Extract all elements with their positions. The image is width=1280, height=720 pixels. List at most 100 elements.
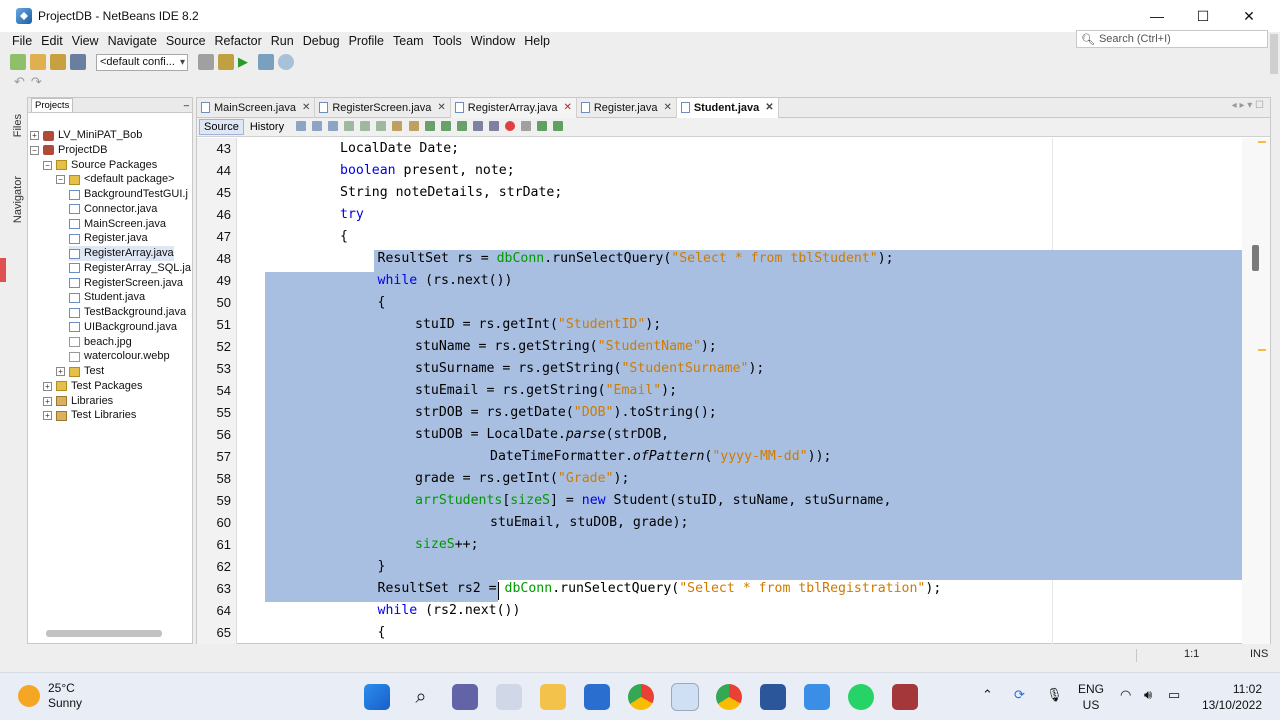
uncomment-icon[interactable]	[553, 120, 564, 131]
menu-view[interactable]: View	[72, 34, 99, 48]
tree-node[interactable]: MainScreen.java	[69, 217, 166, 232]
projects-horizontal-scrollbar[interactable]	[46, 630, 162, 637]
tree-node[interactable]: + Test Packages	[43, 379, 143, 394]
build-icon[interactable]	[218, 54, 234, 70]
window-scrollbar[interactable]	[1270, 34, 1278, 74]
tree-node[interactable]: RegisterScreen.java	[69, 276, 183, 291]
code-line[interactable]: stuID = rs.getInt("StudentID");	[237, 314, 1242, 336]
menu-window[interactable]: Window	[471, 34, 515, 48]
menu-run[interactable]: Run	[271, 34, 294, 48]
menu-navigate[interactable]: Navigate	[108, 34, 157, 48]
notepad-icon[interactable]	[804, 684, 830, 710]
tree-node[interactable]: − ProjectDB	[30, 143, 108, 158]
editor-vertical-scrollbar[interactable]	[1242, 138, 1270, 644]
editor-tab[interactable]: RegisterArray.java ✕	[450, 97, 577, 118]
code-area[interactable]: LocalDate Date; boolean present, note; Str…	[237, 138, 1242, 644]
menu-refactor[interactable]: Refactor	[215, 34, 262, 48]
stop-macro-icon[interactable]	[520, 120, 531, 131]
collapse-icon[interactable]: −	[43, 160, 52, 170]
battery-icon[interactable]: ▭	[1168, 687, 1180, 703]
editor-tab[interactable]: MainScreen.java ✕	[197, 97, 316, 118]
find-next-icon[interactable]	[376, 120, 387, 131]
menu-file[interactable]: File	[12, 34, 32, 48]
shift-right-icon[interactable]	[488, 120, 499, 131]
editor-tab[interactable]: Register.java ✕	[577, 97, 677, 118]
tree-node[interactable]: − Source Packages	[43, 158, 157, 173]
tree-node[interactable]: TestBackground.java	[69, 305, 186, 320]
source-tab[interactable]: Source	[199, 119, 244, 135]
wifi-icon[interactable]: ◠	[1120, 687, 1131, 703]
code-line[interactable]: {	[237, 622, 1242, 644]
tab-scroll-arrows[interactable]: ◂ ▸ ▾ ☐	[1232, 100, 1264, 111]
new-file-icon[interactable]	[10, 54, 26, 70]
tree-node[interactable]: Student.java	[69, 290, 145, 305]
tree-node[interactable]: + Test Libraries	[43, 408, 136, 423]
search-taskbar-icon[interactable]: ⌕	[408, 684, 434, 710]
clock[interactable]: 11:02 13/10/2022	[1200, 681, 1262, 713]
menu-edit[interactable]: Edit	[41, 34, 63, 48]
comment-icon[interactable]	[537, 120, 548, 131]
save-all-icon[interactable]	[70, 54, 86, 70]
code-line[interactable]: arrStudents[sizeS] = new Student(stuID, …	[237, 490, 1242, 512]
menu-team[interactable]: Team	[393, 34, 424, 48]
language-indicator[interactable]: ENG US	[1078, 681, 1104, 713]
close-tab-icon[interactable]: ✕	[765, 102, 773, 113]
navigator-side-tab[interactable]: Navigator	[12, 176, 24, 223]
code-line[interactable]: strDOB = rs.getDate("DOB").toString();	[237, 402, 1242, 424]
code-line[interactable]: while (rs2.next())	[237, 600, 1242, 622]
close-window-button[interactable]: ✕	[1226, 0, 1272, 32]
microphone-icon[interactable]: 🎙︎	[1046, 687, 1063, 703]
netbeans-taskbar-icon[interactable]	[671, 683, 699, 711]
expand-icon[interactable]: +	[30, 131, 39, 140]
code-line[interactable]: String noteDetails, strDate;	[237, 182, 1242, 204]
tree-node[interactable]: + LV_MiniPAT_Bob	[30, 128, 142, 143]
tray-overflow-icon[interactable]: ⌃	[982, 687, 993, 703]
tree-node[interactable]: Connector.java	[69, 202, 157, 217]
tree-node[interactable]: UIBackground.java	[69, 320, 177, 335]
code-line[interactable]: {	[237, 292, 1242, 314]
find-previous-icon[interactable]	[360, 120, 371, 131]
code-line[interactable]: stuDOB = LocalDate.parse(strDOB,	[237, 424, 1242, 446]
menu-profile[interactable]: Profile	[349, 34, 384, 48]
toggle-rect-select-icon[interactable]	[408, 120, 419, 131]
app-icon-blue[interactable]	[584, 684, 610, 710]
chrome-icon[interactable]	[628, 684, 654, 710]
undo-icon[interactable]: ↶	[14, 74, 25, 90]
menu-tools[interactable]: Tools	[433, 34, 462, 48]
weather-widget[interactable]: 25°C Sunny	[18, 681, 82, 711]
expand-icon[interactable]: +	[43, 411, 52, 421]
profile-icon[interactable]	[278, 54, 294, 70]
maximize-button[interactable]: ☐	[1180, 0, 1226, 32]
tree-node[interactable]: + Test	[56, 364, 104, 379]
code-line[interactable]: while (rs.next())	[237, 270, 1242, 292]
prev-bookmark-icon[interactable]	[424, 120, 435, 131]
open-project-icon[interactable]	[50, 54, 66, 70]
close-tab-icon[interactable]: ✕	[437, 102, 445, 113]
tree-node[interactable]: BackgroundTestGUI.j	[69, 187, 188, 202]
error-stripe-mark[interactable]	[1258, 349, 1266, 351]
forward-icon[interactable]	[328, 120, 339, 131]
volume-icon[interactable]: 🔊︎	[1144, 687, 1152, 703]
file-explorer-icon[interactable]	[540, 684, 566, 710]
tree-node[interactable]: + Libraries	[43, 394, 113, 409]
search-input[interactable]: 🔍︎ Search (Ctrl+I)	[1076, 30, 1268, 48]
debug-icon[interactable]	[258, 54, 274, 70]
code-line[interactable]: {	[237, 226, 1242, 248]
error-stripe-mark[interactable]	[1258, 141, 1266, 143]
tree-node[interactable]: watercolour.webp	[69, 349, 170, 364]
redo-icon[interactable]: ↷	[31, 74, 42, 90]
toggle-highlight-icon[interactable]	[392, 120, 403, 131]
tree-node[interactable]: beach.jpg	[69, 335, 132, 350]
tree-node[interactable]: Register.java	[69, 231, 148, 246]
code-line[interactable]: try	[237, 204, 1242, 226]
close-tab-icon[interactable]: ✕	[563, 102, 571, 113]
code-line[interactable]: stuName = rs.getString("StudentName");	[237, 336, 1242, 358]
code-line[interactable]: boolean present, note;	[237, 160, 1242, 182]
projects-tab[interactable]: Projects	[31, 98, 74, 112]
menu-help[interactable]: Help	[524, 34, 550, 48]
tree-node[interactable]: RegisterArray_SQL.ja	[69, 261, 191, 276]
expand-icon[interactable]: +	[43, 381, 52, 391]
chrome-profile-icon[interactable]	[716, 684, 742, 710]
code-line[interactable]: LocalDate Date;	[237, 138, 1242, 160]
files-side-tab[interactable]: Files	[12, 114, 24, 137]
